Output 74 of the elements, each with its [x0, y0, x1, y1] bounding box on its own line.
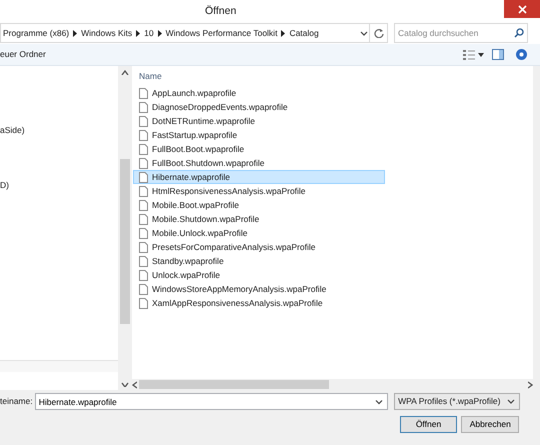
file-icon — [139, 144, 148, 154]
column-header[interactable]: Name — [139, 70, 162, 82]
breadcrumb-segment[interactable]: Programme (x86) — [3, 26, 70, 40]
dropdown-icon — [506, 397, 516, 406]
breadcrumb-arrow-icon — [136, 30, 140, 36]
file-row[interactable]: FullBoot.Shutdown.wpaprofile — [133, 156, 385, 170]
file-row[interactable]: Standby.wpaprofile — [133, 254, 385, 268]
scroll-down-icon[interactable] — [121, 382, 129, 387]
scroll-up-icon[interactable] — [121, 70, 129, 75]
file-icon — [139, 242, 148, 252]
scrollbar-thumb[interactable] — [139, 380, 329, 389]
file-icon — [139, 284, 148, 294]
file-row[interactable]: PresetsForComparativeAnalysis.wpaProfile — [133, 240, 385, 254]
filename-label: teiname: — [0, 395, 33, 408]
new-folder-button[interactable]: euer Ordner — [0, 48, 46, 61]
file-row[interactable]: Hibernate.wpaprofile — [133, 170, 385, 184]
refresh-button[interactable] — [370, 23, 388, 43]
file-icon — [139, 130, 148, 140]
dropdown-icon[interactable] — [359, 28, 369, 38]
file-icon — [139, 214, 148, 224]
horizontal-scrollbar[interactable] — [132, 379, 533, 390]
file-row[interactable]: FastStartup.wpaprofile — [133, 128, 385, 142]
search-field[interactable]: Catalog durchsuchen — [394, 23, 528, 43]
file-icon — [139, 256, 148, 266]
preview-pane-icon[interactable] — [492, 49, 504, 60]
vertical-scrollbar[interactable] — [533, 66, 540, 390]
file-icon — [139, 270, 148, 280]
refresh-icon — [374, 28, 384, 38]
nav-scrollbar[interactable] — [118, 66, 132, 390]
address-bar[interactable]: Programme (x86) Windows Kits 10 Windows Performance Toolkit Catalog — [0, 23, 370, 43]
open-button[interactable]: Öffnen — [400, 416, 457, 433]
scroll-left-icon[interactable] — [132, 380, 137, 388]
caret-icon[interactable] — [478, 52, 484, 56]
scrollbar-thumb[interactable] — [120, 159, 130, 324]
breadcrumb-arrow-icon — [73, 30, 78, 36]
file-type-dropdown[interactable]: WPA Profiles (*.wpaProfile) — [394, 393, 520, 410]
breadcrumb-arrow-icon — [281, 30, 286, 36]
breadcrumb-segment[interactable]: Windows Performance Toolkit — [166, 26, 278, 40]
file-icon — [139, 116, 148, 126]
breadcrumb-segment[interactable]: Catalog — [289, 26, 319, 40]
cancel-button[interactable]: Abbrechen — [461, 416, 520, 433]
scroll-right-icon[interactable] — [528, 380, 533, 388]
breadcrumb-arrow-icon — [158, 30, 162, 36]
file-row[interactable]: FullBoot.Boot.wpaprofile — [133, 142, 385, 156]
file-row[interactable]: WindowsStoreAppMemoryAnalysis.wpaProfile — [133, 282, 385, 296]
window-title: Öffnen — [205, 4, 236, 19]
nav-horizontal-scrollbar[interactable] — [0, 360, 118, 372]
dropdown-icon[interactable] — [374, 397, 384, 406]
breadcrumb-segment[interactable]: 10 — [144, 26, 154, 40]
view-list-icon[interactable] — [463, 50, 476, 60]
file-row[interactable]: HtmlResponsivenessAnalysis.wpaProfile — [133, 184, 385, 198]
file-row[interactable]: Mobile.Boot.wpaProfile — [133, 198, 385, 212]
file-icon — [139, 228, 148, 238]
nav-item[interactable]: aSide) — [0, 124, 118, 137]
file-icon — [139, 158, 148, 168]
filename-field[interactable]: Hibernate.wpaprofile — [34, 393, 388, 410]
search-icon[interactable] — [514, 28, 524, 38]
file-row[interactable]: DotNETRuntime.wpaprofile — [133, 114, 385, 128]
file-row[interactable]: Unlock.wpaProfile — [133, 268, 385, 282]
file-icon — [139, 186, 148, 196]
nav-item[interactable]: D) — [0, 178, 118, 192]
file-row[interactable]: AppLaunch.wpaprofile — [133, 86, 385, 100]
close-button[interactable] — [504, 0, 540, 18]
file-row[interactable]: XamlAppResponsivenessAnalysis.wpaProfile — [133, 296, 385, 310]
file-row[interactable]: Mobile.Unlock.wpaProfile — [133, 226, 385, 240]
close-icon — [518, 4, 526, 14]
breadcrumb-segment[interactable]: Windows Kits — [81, 26, 132, 40]
file-icon — [139, 102, 148, 112]
file-row[interactable]: Mobile.Shutdown.wpaProfile — [133, 212, 385, 226]
file-icon — [139, 172, 148, 182]
file-icon — [139, 298, 148, 308]
file-icon — [139, 88, 148, 98]
file-icon — [139, 200, 148, 210]
file-row[interactable]: DiagnoseDroppedEvents.wpaprofile — [133, 100, 385, 114]
